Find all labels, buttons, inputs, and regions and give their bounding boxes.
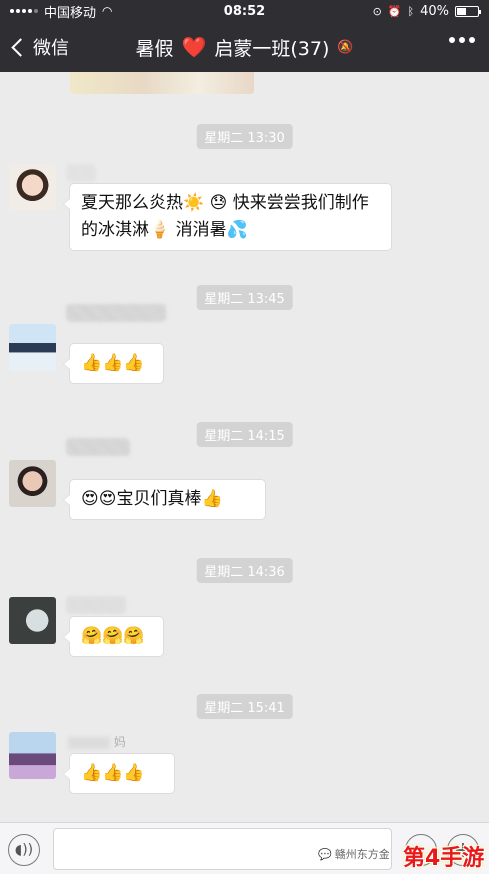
more-options-button[interactable]: [449, 37, 475, 43]
message-bubble[interactable]: 👍👍👍: [63, 343, 164, 384]
chat-title-left: 暑假: [135, 37, 174, 60]
timestamp: 星期二 13:30: [196, 124, 293, 149]
image-message-thumbnail[interactable]: [70, 72, 254, 94]
chevron-left-icon: [11, 37, 30, 57]
message-bubble[interactable]: 👍👍👍: [63, 753, 175, 794]
avatar[interactable]: [9, 460, 56, 507]
bluetooth-icon: ᛒ: [407, 4, 415, 18]
nickname: 妈: [68, 733, 126, 750]
mute-bell-icon: 🔕: [337, 39, 354, 55]
chat-title-right: 启蒙一班(37): [214, 37, 330, 60]
wechat-icon: 💬: [318, 847, 332, 861]
timestamp: 星期二 13:45: [196, 285, 293, 310]
message-bubble[interactable]: 🤗🤗🤗: [63, 616, 164, 657]
voice-input-button[interactable]: ◖)): [8, 834, 40, 866]
chat-title: 暑假 ❤️ 启蒙一班(37) 🔕: [0, 34, 489, 61]
heart-icon: ❤️: [181, 35, 207, 59]
message-bubble[interactable]: 夏天那么炎热☀️ 😓 快来尝尝我们制作的冰淇淋🍦 消消暑💦: [63, 183, 392, 251]
watermark-logo: 第4手游: [403, 846, 485, 871]
battery-icon: [455, 5, 481, 17]
status-bar: 中国移动 ◠ 08:52 ⊙ ⏰ ᛒ 40%: [0, 0, 489, 22]
nickname-blurred: [66, 438, 130, 456]
avatar[interactable]: [9, 324, 56, 371]
signal-icon: [10, 9, 38, 13]
carrier-label: 中国移动: [44, 5, 97, 21]
battery-percent: 40%: [420, 3, 449, 19]
back-label: 微信: [33, 38, 69, 59]
nickname-blurred: [66, 164, 96, 182]
alarm-icon: ⏰: [387, 4, 402, 18]
voice-icon: ◖)): [14, 842, 34, 858]
watermark-source: 💬 赣州东方金: [318, 847, 390, 862]
rotation-lock-icon: ⊙: [372, 4, 382, 18]
message-bubble[interactable]: 😍😍宝贝们真棒👍: [63, 479, 266, 520]
timestamp: 星期二 14:36: [196, 558, 293, 583]
nickname-blurred: [66, 304, 166, 322]
timestamp: 星期二 15:41: [196, 694, 293, 719]
nav-bar: 微信 暑假 ❤️ 启蒙一班(37) 🔕: [0, 22, 489, 72]
back-button[interactable]: 微信: [0, 34, 69, 60]
chat-area[interactable]: 星期二 13:30 夏天那么炎热☀️ 😓 快来尝尝我们制作的冰淇淋🍦 消消暑💦 …: [0, 72, 489, 822]
nickname-blurred: [66, 596, 126, 614]
avatar[interactable]: [9, 732, 56, 779]
timestamp: 星期二 14:15: [196, 422, 293, 447]
avatar[interactable]: [9, 164, 56, 211]
avatar[interactable]: [9, 597, 56, 644]
wifi-icon: ◠: [102, 4, 113, 18]
clock: 08:52: [223, 3, 266, 19]
